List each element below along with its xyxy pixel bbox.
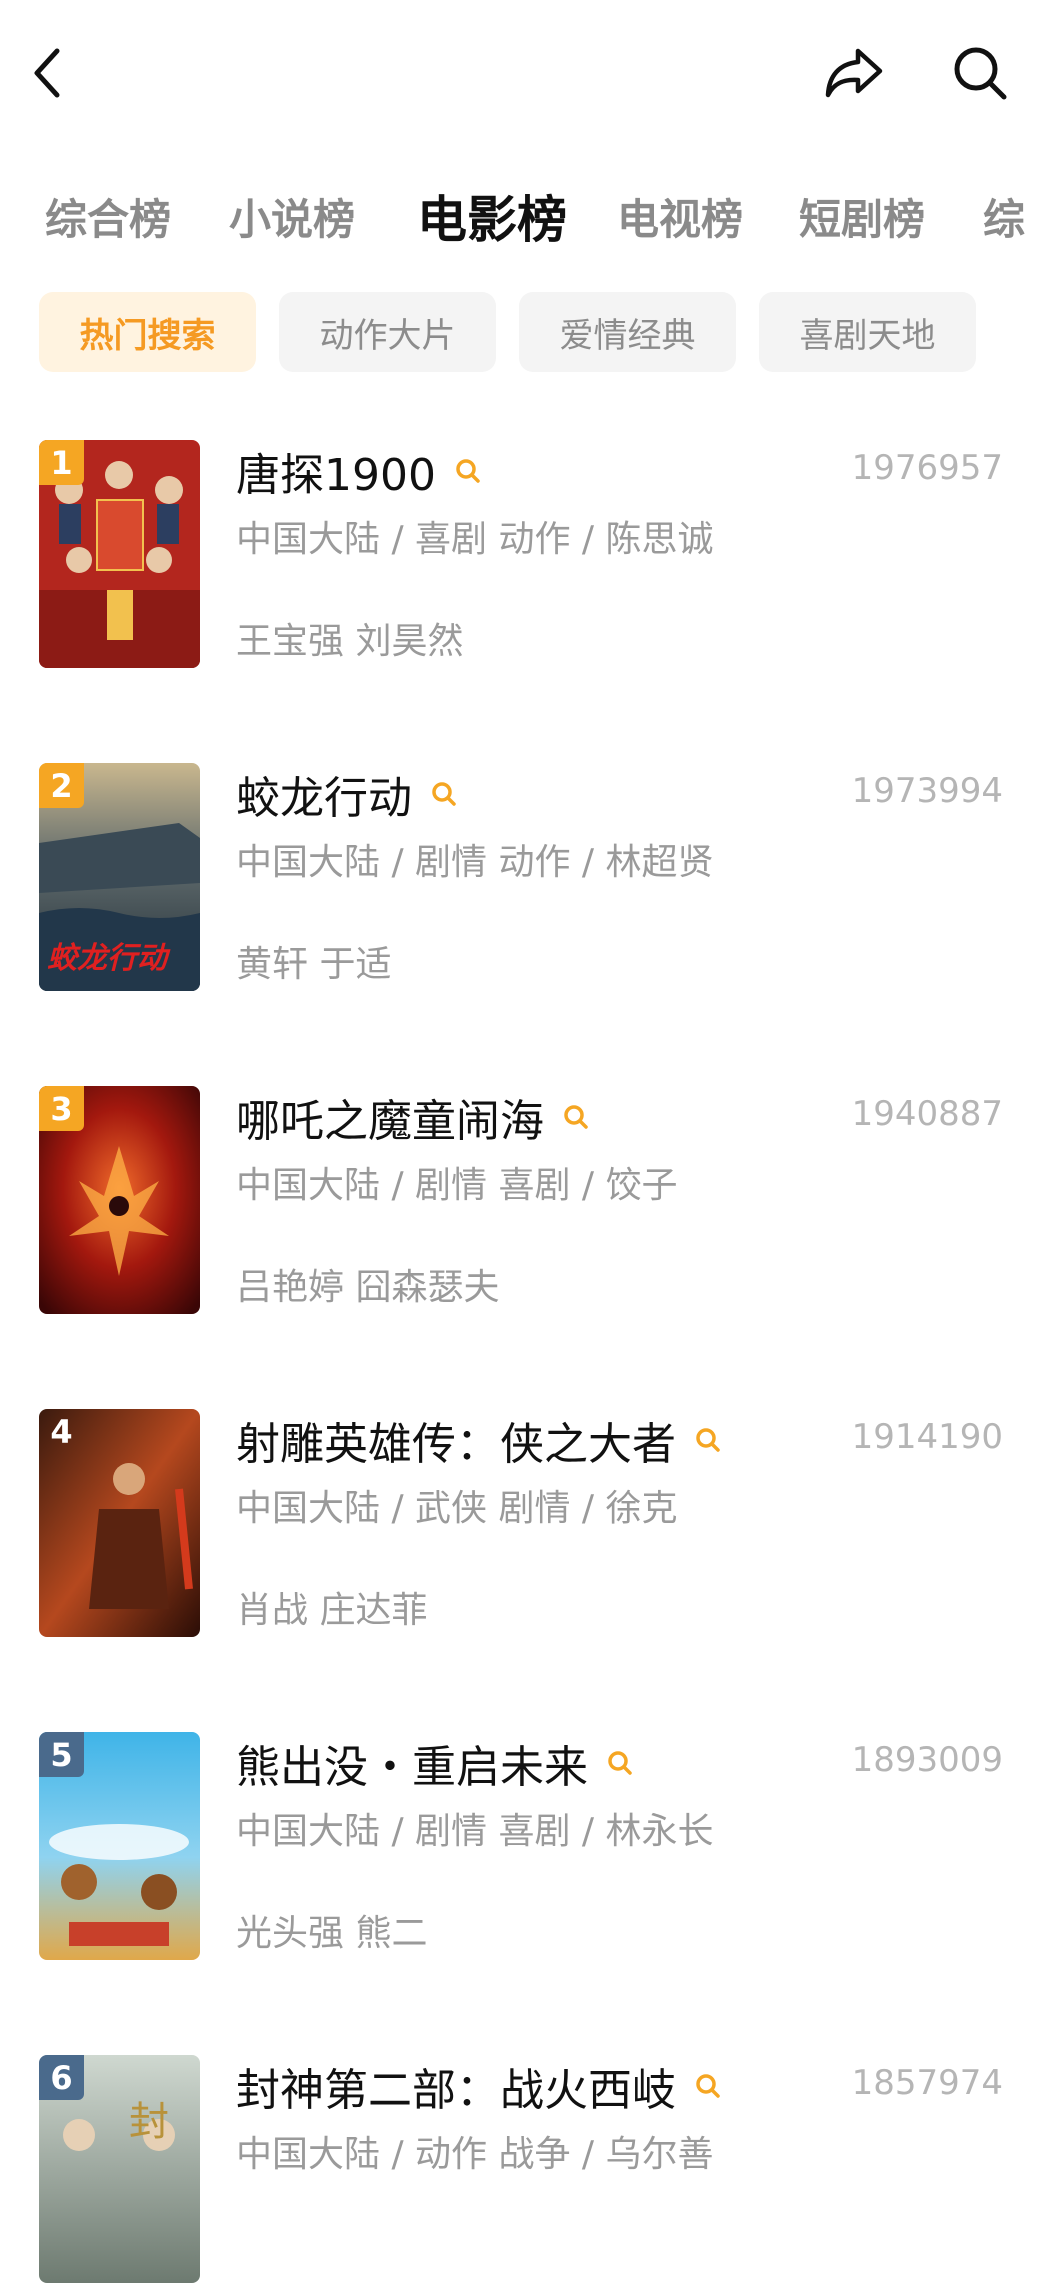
list-item[interactable]: 4 射雕英雄传：侠之大者 1914190 中国大陆 / 武侠 剧情 / 徐克 肖…: [0, 1409, 1061, 1639]
movie-meta: 中国大陆 / 剧情 动作 / 林超贤: [236, 842, 714, 883]
poster-image[interactable]: 封 6: [39, 2055, 200, 2283]
movie-title-text: 蛟龙行动: [236, 773, 412, 824]
search-icon[interactable]: [694, 2072, 722, 2100]
rank-badge: 5: [39, 1732, 84, 1777]
movie-title[interactable]: 熊出没・重启未来: [236, 1732, 634, 1794]
movie-meta: 中国大陆 / 武侠 剧情 / 徐克: [236, 1488, 678, 1529]
search-icon[interactable]: [945, 38, 1015, 108]
tab-tv[interactable]: 电视榜: [617, 185, 743, 255]
list-item[interactable]: 5 熊出没・重启未来 1893009 中国大陆 / 剧情 喜剧 / 林永长 光头…: [0, 1732, 1061, 1962]
list-item[interactable]: 1 唐探1900 1976957 中国大陆 / 喜剧 动作 / 陈思诚 王宝强 …: [0, 440, 1061, 670]
search-icon[interactable]: [694, 1426, 722, 1454]
tab-novel[interactable]: 小说榜: [229, 185, 355, 255]
movie-title[interactable]: 唐探1900: [236, 440, 482, 502]
list-item[interactable]: 蛟龙行动 2 蛟龙行动 1973994 中国大陆 / 剧情 动作 / 林超贤 黄…: [0, 763, 1061, 993]
movie-meta: 中国大陆 / 剧情 喜剧 / 饺子: [236, 1165, 678, 1206]
movie-cast: 黄轩 于适: [236, 944, 392, 985]
heat-score: 1857974: [851, 2063, 1003, 2103]
back-arrow-icon[interactable]: [12, 38, 82, 108]
movie-cast: 光头强 熊二: [236, 1913, 428, 1954]
heat-score: 1940887: [851, 1094, 1003, 1134]
poster-image[interactable]: 1: [39, 440, 200, 668]
rank-badge: 1: [39, 440, 84, 485]
tab-short-drama[interactable]: 短剧榜: [799, 185, 925, 255]
heat-score: 1914190: [851, 1417, 1003, 1457]
poster-image[interactable]: 5: [39, 1732, 200, 1960]
poster-image[interactable]: 蛟龙行动 2: [39, 763, 200, 991]
movie-meta: 中国大陆 / 剧情 喜剧 / 林永长: [236, 1811, 714, 1852]
movie-title[interactable]: 封神第二部：战火西岐: [236, 2055, 722, 2117]
heat-score: 1893009: [851, 1740, 1003, 1780]
tab-general[interactable]: 综合榜: [45, 185, 171, 255]
chip-romance[interactable]: 爱情经典: [519, 292, 736, 372]
search-icon[interactable]: [454, 457, 482, 485]
list-item[interactable]: 封 6 封神第二部：战火西岐 1857974 中国大陆 / 动作 战争 / 乌尔…: [0, 2055, 1061, 2285]
top-bar: [0, 0, 1061, 150]
movie-cast: 王宝强 刘昊然: [236, 621, 464, 662]
movie-title-text: 熊出没・重启未来: [236, 1742, 588, 1793]
rank-badge: 6: [39, 2055, 84, 2100]
movie-title-text: 射雕英雄传：侠之大者: [236, 1419, 676, 1470]
heat-score: 1976957: [851, 448, 1003, 488]
rank-badge: 2: [39, 763, 84, 808]
tab-movie[interactable]: 电影榜: [417, 185, 567, 255]
search-icon[interactable]: [430, 780, 458, 808]
rank-badge: 4: [50, 1412, 73, 1451]
movie-title-text: 哪吒之魔童闹海: [236, 1096, 544, 1147]
search-icon[interactable]: [562, 1103, 590, 1131]
movie-cast: 吕艳婷 囧森瑟夫: [236, 1267, 500, 1308]
poster-image[interactable]: 4: [39, 1409, 200, 1637]
share-icon[interactable]: [819, 38, 889, 108]
movie-meta: 中国大陆 / 动作 战争 / 乌尔善: [236, 2134, 714, 2175]
movie-meta: 中国大陆 / 喜剧 动作 / 陈思诚: [236, 519, 714, 560]
movie-title[interactable]: 射雕英雄传：侠之大者: [236, 1409, 722, 1471]
movie-cast: 肖战 庄达菲: [236, 1590, 428, 1631]
tab-variety[interactable]: 综: [983, 185, 1025, 255]
movie-title[interactable]: 蛟龙行动: [236, 763, 458, 825]
heat-score: 1973994: [851, 771, 1003, 811]
svg-text:蛟龙行动: 蛟龙行动: [47, 941, 171, 976]
list-item[interactable]: 3 哪吒之魔童闹海 1940887 中国大陆 / 剧情 喜剧 / 饺子 吕艳婷 …: [0, 1086, 1061, 1316]
movie-title[interactable]: 哪吒之魔童闹海: [236, 1086, 590, 1148]
chip-action[interactable]: 动作大片: [279, 292, 496, 372]
poster-image[interactable]: 3: [39, 1086, 200, 1314]
rank-badge: 3: [39, 1086, 84, 1131]
chip-comedy[interactable]: 喜剧天地: [759, 292, 976, 372]
svg-text:封: 封: [129, 2099, 169, 2145]
movie-title-text: 唐探1900: [236, 450, 436, 501]
search-icon[interactable]: [606, 1749, 634, 1777]
ranking-tabs: 综合榜 小说榜 电影榜 电视榜 短剧榜 综: [0, 185, 1061, 255]
chip-hot-search[interactable]: 热门搜索: [39, 292, 256, 372]
movie-title-text: 封神第二部：战火西岐: [236, 2065, 676, 2116]
